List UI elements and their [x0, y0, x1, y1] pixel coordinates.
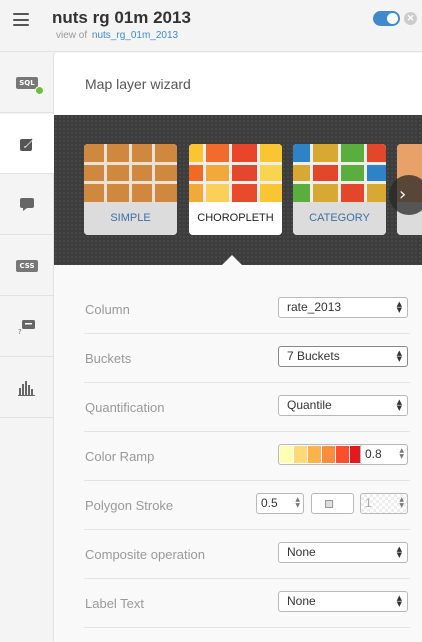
stroke-opacity-stepper[interactable]: 1 ▲ ▼ — [360, 493, 408, 514]
table-link[interactable]: nuts_rg_01m_2013 — [92, 30, 178, 41]
wizard-card-simple[interactable]: SIMPLE — [84, 144, 177, 235]
css-icon: CSS — [16, 259, 38, 272]
color-ramp-label: Color Ramp — [85, 449, 155, 464]
wizard-form: Column rate_2013 ▲ ▼ Buckets 7 Buckets ▲ ▼… — [54, 265, 422, 642]
carousel-next-button[interactable]: › — [389, 175, 422, 215]
header: nuts rg 01m 2013 view of nuts_rg_01m_201… — [0, 0, 422, 52]
rail-item-sql[interactable]: SQL — [0, 53, 54, 113]
chevron-right-icon: › — [399, 184, 407, 205]
fill-opacity-stepper[interactable]: 0.8 ▲ ▼ — [360, 444, 408, 465]
infowindow-comment-icon — [20, 198, 34, 211]
buckets-select[interactable]: 7 Buckets ▲ ▼ — [278, 346, 408, 367]
wizard-card-choropleth[interactable]: CHOROPLETH — [189, 144, 282, 235]
label-text-select[interactable]: None ▲ ▼ — [278, 591, 408, 612]
ramp-swatch — [322, 446, 335, 463]
stepper-arrows-icon: ▲ ▼ — [399, 496, 404, 509]
ramp-swatch — [308, 446, 321, 463]
form-row-buckets: Buckets 7 Buckets ▲ ▼ — [84, 334, 410, 383]
selected-pointer — [222, 255, 242, 265]
wizard-card-label: CATEGORY — [293, 202, 386, 235]
legend-icon: ? — [18, 319, 35, 335]
sql-icon: SQL — [16, 76, 44, 95]
layer-title[interactable]: nuts rg 01m 2013 — [52, 8, 191, 28]
label-text-label: Label Text — [85, 596, 145, 611]
rail-item-infowindow[interactable] — [0, 175, 54, 235]
hamburger-menu-icon[interactable] — [13, 13, 29, 26]
simple-thumbnail — [84, 144, 177, 202]
category-thumbnail — [293, 144, 386, 202]
composite-select[interactable]: None ▲ ▼ — [278, 542, 408, 563]
wizard-card-label: CHOROPLETH — [189, 202, 282, 235]
ramp-swatch — [336, 446, 349, 463]
rail-item-wizard[interactable] — [0, 114, 54, 174]
form-row-quantification: Quantification Quantile ▲ ▼ — [84, 383, 410, 432]
close-icon[interactable]: ✕ — [404, 12, 417, 25]
layer-visibility-toggle[interactable] — [373, 11, 400, 26]
quantification-select[interactable]: Quantile ▲ ▼ — [278, 395, 408, 416]
choropleth-thumbnail — [189, 144, 282, 202]
form-row-column: Column rate_2013 ▲ ▼ — [84, 285, 410, 334]
svg-text:?: ? — [18, 328, 22, 335]
column-label: Column — [85, 302, 130, 317]
ramp-swatch — [280, 446, 293, 463]
stepper-arrows-icon: ▲ ▼ — [295, 496, 300, 509]
form-row-label-text: Label Text None ▲ ▼ — [84, 579, 410, 628]
form-row-polygon-stroke: Polygon Stroke 0.5 ▲ ▼ 1 ▲ ▼ — [84, 481, 410, 530]
select-arrows-icon: ▲▼ — [396, 545, 402, 559]
select-arrows-icon: ▲▼ — [396, 398, 402, 412]
ramp-swatch — [294, 446, 307, 463]
panel-title: Map layer wizard — [85, 76, 191, 92]
view-of-label: view of — [56, 30, 88, 41]
select-arrows-icon: ▲▼ — [396, 300, 402, 314]
rail-item-filters[interactable] — [0, 358, 54, 418]
wizard-type-carousel: SIMPLE CHOROPLETH CATEGORY › — [54, 115, 422, 265]
quantification-label: Quantification — [85, 400, 165, 415]
column-select[interactable]: rate_2013 ▲ ▼ — [278, 297, 408, 318]
select-arrows-icon: ▲▼ — [396, 594, 402, 608]
rail-item-css[interactable]: CSS — [0, 236, 54, 296]
histogram-icon — [18, 380, 35, 396]
stroke-color-picker[interactable] — [311, 493, 354, 514]
form-row-composite: Composite operation None ▲ ▼ — [84, 530, 410, 579]
rail-item-legend[interactable]: ? — [0, 297, 54, 357]
wizard-panel: Map layer wizard SIMPLE CHOROPLETH CATEG… — [54, 53, 422, 642]
wizard-card-label: SIMPLE — [84, 202, 177, 235]
stepper-arrows-icon: ▲ ▼ — [399, 447, 404, 460]
stroke-width-stepper[interactable]: 0.5 ▲ ▼ — [256, 493, 304, 514]
form-row-color-ramp: Color Ramp ▲▼ 0.8 ▲▼ — [84, 432, 410, 481]
layer-subtitle: view of nuts_rg_01m_2013 — [56, 30, 178, 41]
buckets-label: Buckets — [85, 351, 132, 366]
tool-rail: SQL CSS ? — [0, 53, 54, 642]
composite-label: Composite operation — [85, 547, 205, 562]
wizard-brush-icon — [20, 137, 34, 151]
polygon-stroke-label: Polygon Stroke — [85, 498, 174, 513]
wizard-card-category[interactable]: CATEGORY — [293, 144, 386, 235]
select-arrows-icon: ▲▼ — [396, 349, 402, 363]
